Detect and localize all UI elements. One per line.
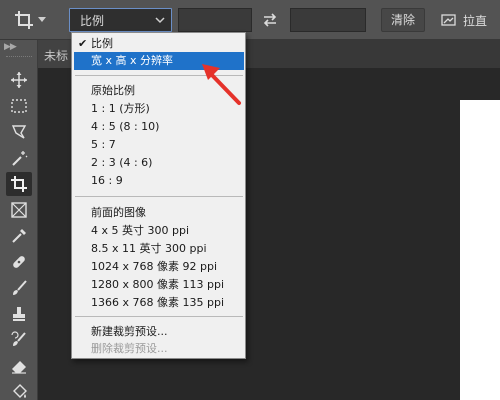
swap-dimensions-button[interactable] xyxy=(262,12,278,32)
tool-panel: ▶▶ xyxy=(0,40,38,400)
tool-lasso[interactable] xyxy=(6,120,32,144)
menu-item-label: 新建裁剪预设... xyxy=(91,325,168,338)
brush-icon xyxy=(13,280,27,295)
straighten-button[interactable]: 拉直 xyxy=(441,8,487,32)
chevron-down-icon xyxy=(155,17,165,24)
menu-item-ratio-2-3[interactable]: 2 : 3 (4 : 6) xyxy=(74,154,244,172)
menu-item-label: 删除裁剪预设... xyxy=(91,342,168,355)
menu-item-label: 1 : 1 (方形) xyxy=(91,102,150,115)
ratio-select-value: 比例 xyxy=(80,13,105,28)
tool-eraser[interactable] xyxy=(6,354,32,378)
tool-preset-picker[interactable] xyxy=(14,6,54,34)
menu-separator xyxy=(75,316,243,317)
tool-marquee[interactable] xyxy=(6,94,32,118)
move-icon xyxy=(11,72,27,88)
crop-icon xyxy=(15,11,33,29)
annotation-arrow-icon xyxy=(202,64,241,105)
document-canvas[interactable] xyxy=(460,100,500,400)
menu-item-preset-1280x800[interactable]: 1280 x 800 像素 113 ppi xyxy=(74,276,244,294)
menu-item-label: 原始比例 xyxy=(91,84,135,97)
eyedropper-icon xyxy=(12,229,26,243)
menu-item-label: 2 : 3 (4 : 6) xyxy=(91,156,153,169)
menu-item-label: 5 : 7 xyxy=(91,138,116,151)
history-brush-icon xyxy=(11,331,26,346)
tool-paint-bucket[interactable] xyxy=(6,380,32,400)
menu-item-label: 1280 x 800 像素 113 ppi xyxy=(91,278,224,291)
menu-item-new-crop-preset[interactable]: 新建裁剪预设... xyxy=(74,323,244,341)
menu-item-ratio[interactable]: ✔ 比例 xyxy=(74,35,244,53)
menu-item-label: 1366 x 768 像素 135 ppi xyxy=(91,296,224,309)
menu-item-label: 8.5 x 11 英寸 300 ppi xyxy=(91,242,207,255)
paint-bucket-icon xyxy=(13,384,27,398)
menu-item-label: 16 : 9 xyxy=(91,174,123,187)
straighten-label: 拉直 xyxy=(463,13,488,28)
menu-item-label: 宽 x 高 x 分辨率 xyxy=(91,54,174,67)
swap-icon xyxy=(263,13,277,27)
menu-item-label: 4 x 5 英寸 300 ppi xyxy=(91,224,190,237)
checkmark-icon: ✔ xyxy=(78,37,88,50)
menu-item-ratio-5-7[interactable]: 5 : 7 xyxy=(74,136,244,154)
tool-clone-stamp[interactable] xyxy=(6,302,32,326)
menu-item-label: 4 : 5 (8 : 10) xyxy=(91,120,160,133)
menu-item-delete-crop-preset: 删除裁剪预设... xyxy=(74,340,244,358)
collapse-panel-icon[interactable]: ▶▶ xyxy=(4,42,17,52)
menu-item-label: 比例 xyxy=(91,37,113,50)
tool-history-brush[interactable] xyxy=(6,328,32,352)
tool-healing-brush[interactable] xyxy=(6,250,32,274)
menu-item-ratio-4-5[interactable]: 4 : 5 (8 : 10) xyxy=(74,118,244,136)
ratio-select[interactable]: 比例 xyxy=(69,8,172,32)
menu-item-label: 1024 x 768 像素 92 ppi xyxy=(91,260,218,273)
eraser-icon xyxy=(12,361,26,374)
magic-wand-icon xyxy=(12,151,28,166)
tool-move[interactable] xyxy=(6,68,32,92)
clone-stamp-icon xyxy=(13,307,25,321)
menu-item-preset-1024x768[interactable]: 1024 x 768 像素 92 ppi xyxy=(74,258,244,276)
tool-brush[interactable] xyxy=(6,276,32,300)
panel-grip[interactable] xyxy=(6,56,32,58)
lasso-icon xyxy=(11,125,27,139)
menu-item-preset-1366x768[interactable]: 1366 x 768 像素 135 ppi xyxy=(74,294,244,312)
menu-item-front-image[interactable]: 前面的图像 xyxy=(74,204,244,222)
clear-button[interactable]: 清除 xyxy=(381,8,425,32)
height-input[interactable] xyxy=(290,8,366,32)
crop-icon xyxy=(11,176,27,192)
marquee-icon xyxy=(11,99,27,113)
menu-item-preset-8-5x11[interactable]: 8.5 x 11 英寸 300 ppi xyxy=(74,240,244,258)
width-input[interactable] xyxy=(178,8,252,32)
tool-magic-wand[interactable] xyxy=(6,146,32,170)
tool-frame[interactable] xyxy=(6,198,32,222)
frame-icon xyxy=(11,202,27,218)
menu-separator xyxy=(75,196,243,197)
tool-crop[interactable] xyxy=(6,172,32,196)
tool-eyedropper[interactable] xyxy=(6,224,32,248)
menu-item-preset-4x5[interactable]: 4 x 5 英寸 300 ppi xyxy=(74,222,244,240)
straighten-icon xyxy=(441,14,456,26)
menu-item-ratio-16-9[interactable]: 16 : 9 xyxy=(74,172,244,190)
chevron-down-icon xyxy=(38,17,46,22)
menu-item-label: 前面的图像 xyxy=(91,206,146,219)
healing-brush-icon xyxy=(13,256,25,268)
